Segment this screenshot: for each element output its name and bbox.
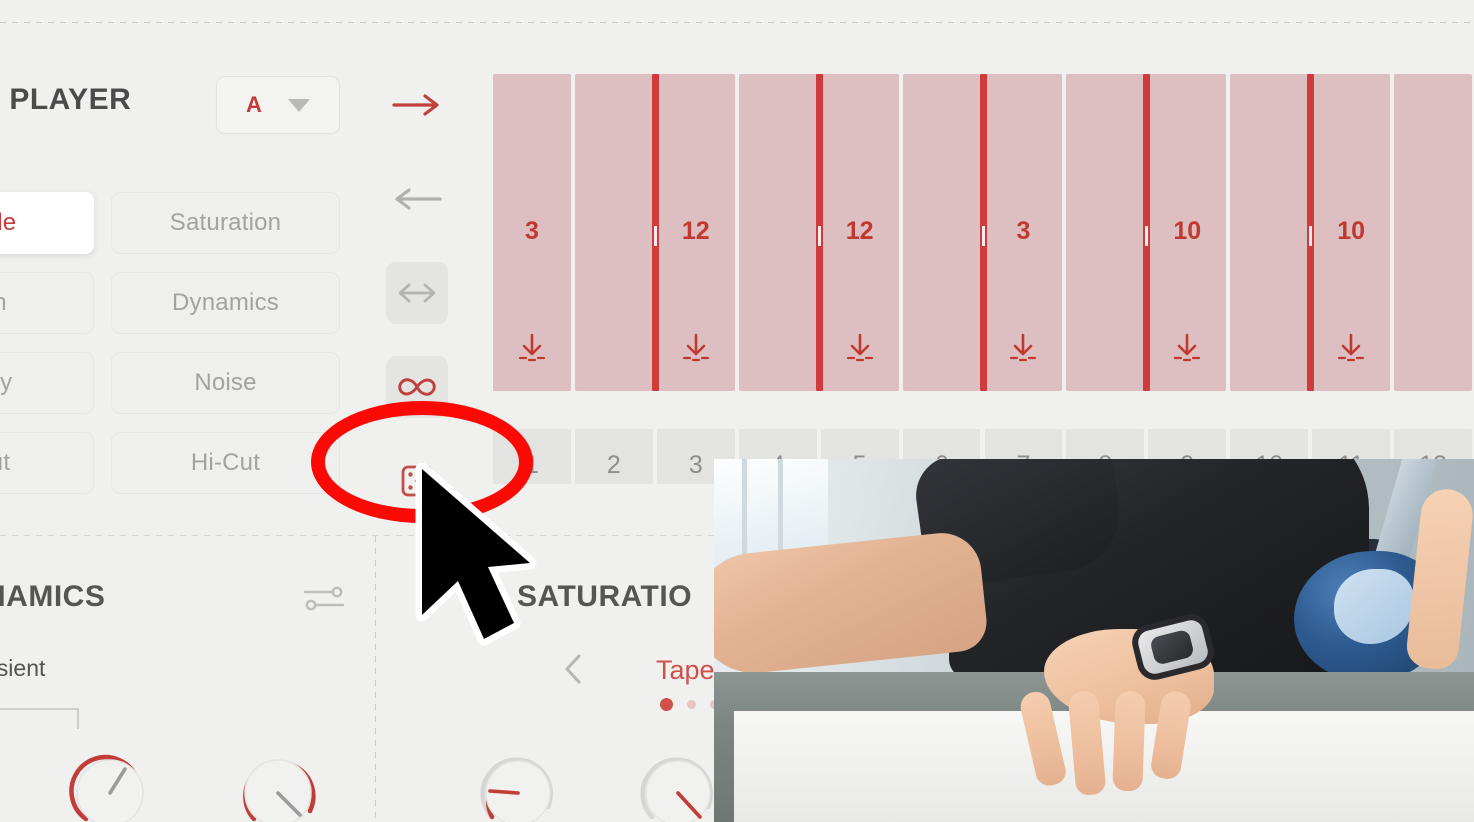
sequencer-step-value: 12 bbox=[845, 217, 874, 245]
step-sequencer[interactable]: 3 12 12 3 10 10 bbox=[491, 74, 1474, 391]
saturation-preset-dots[interactable] bbox=[660, 698, 719, 711]
sequencer-divider[interactable] bbox=[651, 74, 659, 391]
arrow-down-to-line-icon[interactable] bbox=[657, 331, 735, 365]
arrow-down-to-line-icon[interactable] bbox=[493, 331, 571, 365]
sequencer-step[interactable]: 12 bbox=[656, 74, 735, 391]
param-button-left-0[interactable]: ble bbox=[0, 192, 94, 254]
sequencer-step[interactable] bbox=[902, 74, 981, 391]
dynamics-mode-label: nsient bbox=[0, 655, 46, 681]
saturation-preset-dot[interactable] bbox=[660, 698, 673, 711]
sequencer-step-value: 12 bbox=[681, 217, 710, 245]
param-label: h bbox=[0, 289, 7, 317]
sequencer-divider[interactable] bbox=[979, 74, 987, 391]
sequencer-divider[interactable] bbox=[815, 74, 823, 391]
param-button-left-3[interactable]: ut bbox=[0, 432, 94, 494]
sequencer-step[interactable]: 3 bbox=[984, 74, 1063, 391]
sequencer-step[interactable]: 10 bbox=[1312, 74, 1391, 391]
saturation-knob-2[interactable] bbox=[630, 735, 726, 822]
chevron-down-icon bbox=[287, 98, 310, 112]
page-title: E PLAYER bbox=[0, 83, 132, 116]
saturation-panel-title: SATURATIO bbox=[517, 580, 693, 613]
param-label: Dynamics bbox=[172, 289, 279, 316]
sequencer-step[interactable]: 3 bbox=[493, 74, 571, 391]
sequencer-step-value: 10 bbox=[1337, 217, 1366, 245]
ruler-cell[interactable]: 2 bbox=[574, 429, 653, 484]
saturation-preset-name[interactable]: Tape bbox=[656, 655, 715, 686]
mouse-cursor bbox=[410, 462, 540, 653]
param-button-right-0[interactable]: Saturation bbox=[111, 192, 340, 254]
sequencer-step[interactable] bbox=[1066, 74, 1145, 391]
param-button-left-2[interactable]: ity bbox=[0, 352, 94, 414]
arrow-right-icon[interactable] bbox=[386, 74, 448, 136]
ab-preset-selector[interactable]: A bbox=[216, 76, 340, 134]
sequencer-step[interactable] bbox=[738, 74, 817, 391]
param-button-right-2[interactable]: Noise bbox=[111, 352, 340, 414]
dynamics-knob-1[interactable] bbox=[62, 735, 158, 822]
sequencer-step-value: 10 bbox=[1173, 217, 1202, 245]
sequencer-step-value: 3 bbox=[1016, 217, 1031, 245]
video-left-hand bbox=[1404, 486, 1474, 679]
param-label: Hi-Cut bbox=[190, 449, 261, 476]
top-divider bbox=[0, 22, 1474, 23]
sequencer-step-value: 3 bbox=[525, 217, 539, 245]
arrow-left-right-icon[interactable] bbox=[386, 262, 448, 324]
plugin-window: E PLAYER A bbox=[0, 0, 1474, 822]
sequencer-step[interactable]: 10 bbox=[1148, 74, 1227, 391]
param-label: ity bbox=[0, 369, 13, 396]
dynamics-knob-2[interactable] bbox=[230, 735, 326, 822]
saturation-knob-1[interactable] bbox=[470, 735, 566, 822]
video-right-hand bbox=[1014, 610, 1244, 797]
param-button-right-3[interactable]: Hi-Cut bbox=[111, 432, 340, 494]
param-column-left: ble h ity ut bbox=[0, 192, 94, 512]
arrow-down-to-line-icon[interactable] bbox=[1148, 331, 1226, 365]
ab-preset-value: A bbox=[246, 92, 262, 117]
param-button-right-1[interactable]: Dynamics bbox=[111, 272, 340, 334]
sequencer-step[interactable] bbox=[1394, 74, 1472, 391]
param-column-right: Saturation Dynamics Noise Hi-Cut bbox=[111, 192, 340, 512]
sequencer-step[interactable]: 12 bbox=[820, 74, 899, 391]
saturation-preset-dot[interactable] bbox=[687, 700, 696, 709]
sequencer-step[interactable] bbox=[1230, 74, 1309, 391]
ruler-cell-label: 2 bbox=[606, 451, 621, 479]
arrow-down-to-line-icon[interactable] bbox=[1312, 331, 1390, 365]
arrow-left-icon[interactable] bbox=[386, 168, 448, 230]
param-label: Noise bbox=[194, 369, 257, 396]
video-overlay[interactable] bbox=[714, 459, 1474, 822]
chevron-left-icon[interactable] bbox=[560, 652, 588, 691]
panels-vertical-divider bbox=[375, 536, 376, 822]
param-label: ut bbox=[0, 449, 11, 476]
sequencer-divider[interactable] bbox=[1307, 74, 1315, 391]
arrow-down-to-line-icon[interactable] bbox=[821, 331, 899, 365]
sequencer-divider[interactable] bbox=[1143, 74, 1151, 391]
dynamics-panel-title: NAMICS bbox=[0, 580, 106, 613]
sequencer-step[interactable] bbox=[574, 74, 653, 391]
sliders-icon[interactable] bbox=[303, 583, 345, 620]
param-label: ble bbox=[0, 209, 17, 236]
ruler-cell-label: 3 bbox=[688, 451, 703, 479]
param-label: Saturation bbox=[169, 209, 282, 236]
arrow-down-to-line-icon[interactable] bbox=[985, 331, 1063, 365]
dynamics-bracket bbox=[0, 708, 79, 729]
param-button-left-1[interactable]: h bbox=[0, 272, 94, 334]
